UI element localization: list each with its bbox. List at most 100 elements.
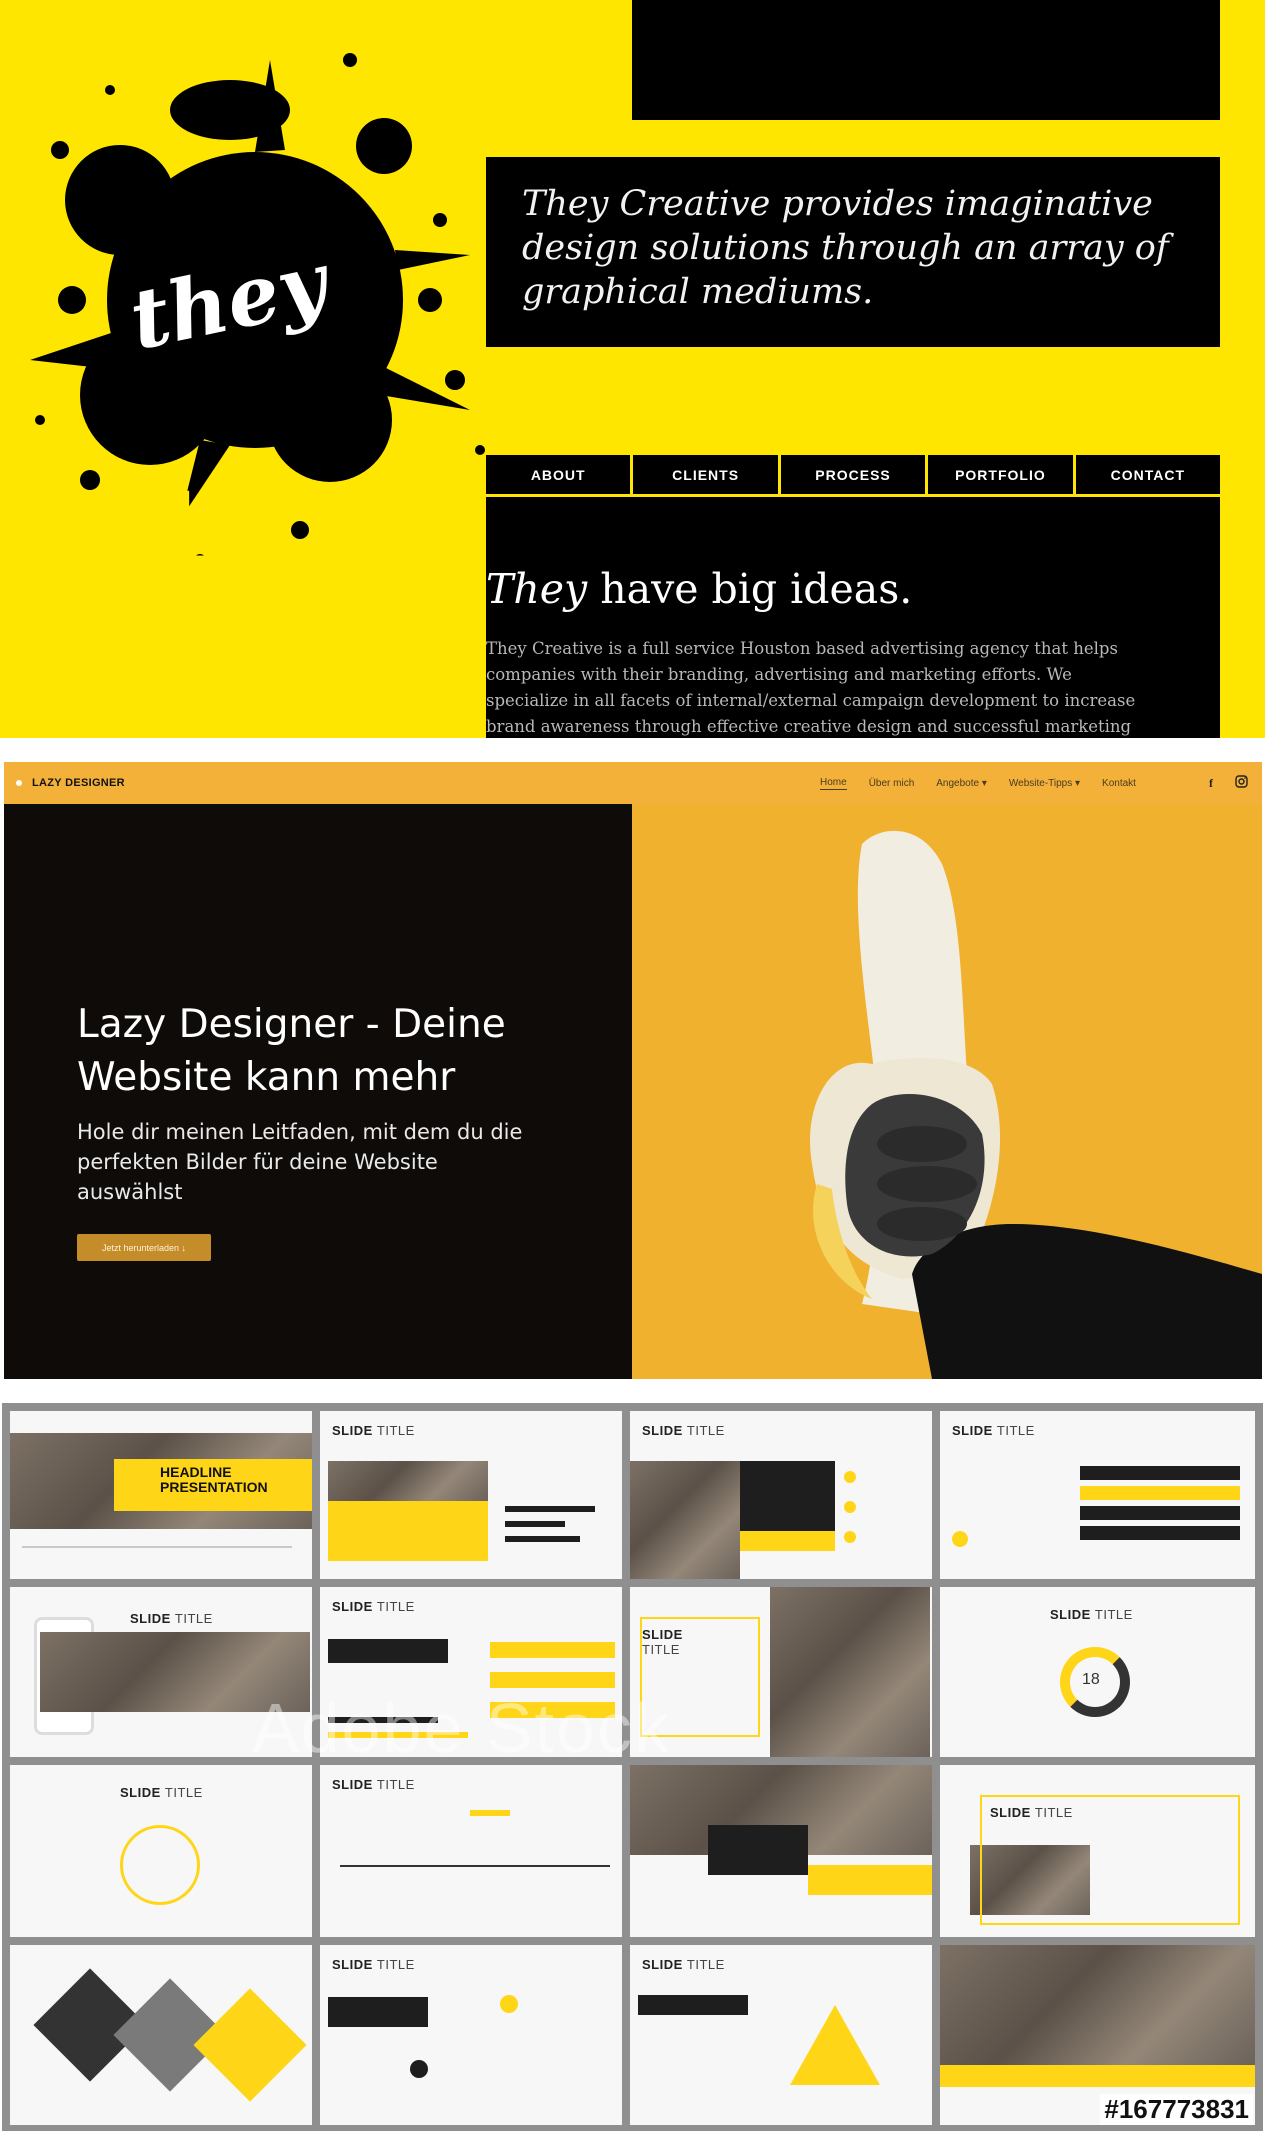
slide-donut[interactable]: SLIDE TITLE 18 xyxy=(940,1587,1255,1757)
slide-photo xyxy=(630,1461,740,1579)
cover-headline-line-1: HEADLINE xyxy=(160,1464,232,1480)
headline-emphasis: They xyxy=(486,565,588,613)
top-black-splash-block xyxy=(632,0,1220,120)
slide-photo xyxy=(940,1945,1255,2065)
slide-title: SLIDE TITLE xyxy=(332,1599,415,1614)
diamond-shape xyxy=(193,1988,307,2102)
list-bar xyxy=(1080,1486,1240,1500)
column-photo xyxy=(770,1587,930,1757)
slide-title-light: TITLE xyxy=(174,1611,213,1626)
banana-gorilla-hand-image xyxy=(632,804,1262,1379)
timeline-line xyxy=(340,1865,610,1867)
dark-panel xyxy=(638,1995,748,2015)
slide-title: SLIDE TITLE xyxy=(642,1957,725,1972)
slide-title-bold: SLIDE xyxy=(952,1423,993,1438)
slide-title: SLIDE TITLE xyxy=(1050,1607,1133,1622)
slide-title-light: TITLE xyxy=(376,1423,415,1438)
list-bar xyxy=(1080,1526,1240,1540)
text-line xyxy=(22,1546,292,1548)
step-bar xyxy=(490,1672,615,1688)
cover-headline: HEADLINE PRESENTATION xyxy=(160,1465,268,1495)
bullet xyxy=(844,1471,856,1483)
hero-title-line-2: Website kann mehr xyxy=(77,1055,456,1100)
slide-title: SLIDE TITLE xyxy=(332,1957,415,1972)
slide-title-light: TITLE xyxy=(376,1777,415,1792)
slide-title-bold: SLIDE xyxy=(120,1785,161,1800)
hero-title-line-1: Lazy Designer - Deine xyxy=(77,1002,506,1047)
slide-list[interactable]: SLIDE TITLE xyxy=(940,1411,1255,1579)
slide-title-light: TITLE xyxy=(686,1423,725,1438)
yellow-panel xyxy=(328,1501,488,1561)
download-button[interactable]: Jetzt herunterladen ↓ xyxy=(77,1234,211,1261)
path-node xyxy=(500,1995,518,2013)
slide-photo-text[interactable] xyxy=(630,1765,932,1937)
path-node xyxy=(410,2060,428,2078)
brand-name[interactable]: LAZY DESIGNER xyxy=(32,777,125,789)
slide-path[interactable]: SLIDE TITLE xyxy=(320,1945,622,2125)
slide-title-light: TITLE xyxy=(376,1599,415,1614)
slide-columns[interactable]: SLIDE TITLE xyxy=(630,1587,932,1757)
stock-watermark: Adobe Stock xyxy=(252,1689,671,1767)
main-nav: ABOUT CLIENTS PROCESS PORTFOLIO CONTACT xyxy=(486,455,1220,497)
list-bar xyxy=(1080,1506,1240,1520)
dark-panel xyxy=(328,1639,448,1663)
bullet xyxy=(844,1531,856,1543)
slide-timeline-vertical[interactable]: SLIDE TITLE xyxy=(320,1765,622,1937)
menu-about[interactable]: Über mich xyxy=(869,778,915,789)
dark-panel xyxy=(328,1997,428,2027)
slide-features[interactable]: SLIDE TITLE xyxy=(630,1411,932,1579)
site-header: LAZY DESIGNER Home Über mich Angebote ▾ … xyxy=(4,762,1262,804)
slide-title-light: TITLE xyxy=(164,1785,203,1800)
facebook-icon[interactable]: f xyxy=(1209,776,1213,791)
nav-about[interactable]: ABOUT xyxy=(486,455,634,494)
hero-subtitle: Hole dir meinen Leitfaden, mit dem du di… xyxy=(77,1120,523,1204)
triangle-diagram xyxy=(790,2005,880,2085)
swot-circle xyxy=(120,1825,200,1905)
hero-title: Lazy Designer - Deine Website kann mehr xyxy=(77,998,506,1104)
bullet xyxy=(844,1501,856,1513)
slide-cover[interactable]: HEADLINE PRESENTATION xyxy=(10,1411,312,1579)
slide-triangle[interactable]: SLIDE TITLE xyxy=(630,1945,932,2125)
menu-contact[interactable]: Kontakt xyxy=(1102,778,1136,789)
dark-panel xyxy=(740,1461,835,1531)
bar xyxy=(505,1521,565,1527)
slide-title: SLIDE TITLE xyxy=(130,1611,213,1626)
slide-title-bold: SLIDE xyxy=(642,1423,683,1438)
menu-home[interactable]: Home xyxy=(820,777,847,790)
slide-title: SLIDE TITLE xyxy=(332,1423,415,1438)
yellow-panel xyxy=(740,1531,835,1551)
nav-clients[interactable]: CLIENTS xyxy=(633,455,781,494)
right-edge xyxy=(1220,0,1265,738)
slide-swot[interactable]: SLIDE TITLE xyxy=(10,1765,312,1937)
slide-title-light: TITLE xyxy=(1094,1607,1133,1622)
slide-title-bold: SLIDE xyxy=(1050,1607,1091,1622)
menu-offers[interactable]: Angebote ▾ xyxy=(936,778,987,789)
headline-rest: have big ideas. xyxy=(587,565,913,613)
slide-title: SLIDE TITLE xyxy=(120,1785,203,1800)
donut-value: 18 xyxy=(1082,1671,1100,1688)
tagline: They Creative provides imaginative desig… xyxy=(486,157,1220,347)
yellow-frame xyxy=(980,1795,1240,1925)
social-links: f xyxy=(1209,762,1248,804)
slide-title-bold: SLIDE xyxy=(332,1777,373,1792)
logo-icon xyxy=(16,780,22,786)
nav-process[interactable]: PROCESS xyxy=(781,455,929,494)
slide-diamonds[interactable] xyxy=(10,1945,312,2125)
dark-panel xyxy=(708,1825,808,1875)
instagram-icon[interactable] xyxy=(1235,775,1248,791)
cover-headline-line-2: PRESENTATION xyxy=(160,1479,268,1495)
slide-title-bold: SLIDE xyxy=(642,1957,683,1972)
nav-contact[interactable]: CONTACT xyxy=(1076,455,1220,494)
list-bar xyxy=(1080,1466,1240,1480)
slide-text-bars[interactable]: SLIDE TITLE xyxy=(320,1411,622,1579)
bullet xyxy=(952,1531,968,1547)
they-creative-panel: they They Creative provides imaginative … xyxy=(0,0,1265,738)
slide-title-bold: SLIDE xyxy=(332,1599,373,1614)
slide-title-bold: SLIDE xyxy=(332,1957,373,1972)
menu-website-tips[interactable]: Website-Tipps ▾ xyxy=(1009,778,1080,789)
site-menu: Home Über mich Angebote ▾ Website-Tipps … xyxy=(820,762,1136,804)
nav-portfolio[interactable]: PORTFOLIO xyxy=(928,455,1076,494)
bar xyxy=(505,1536,580,1542)
contact-bar xyxy=(940,2065,1255,2087)
slide-laptop[interactable]: SLIDE TITLE xyxy=(940,1765,1255,1937)
